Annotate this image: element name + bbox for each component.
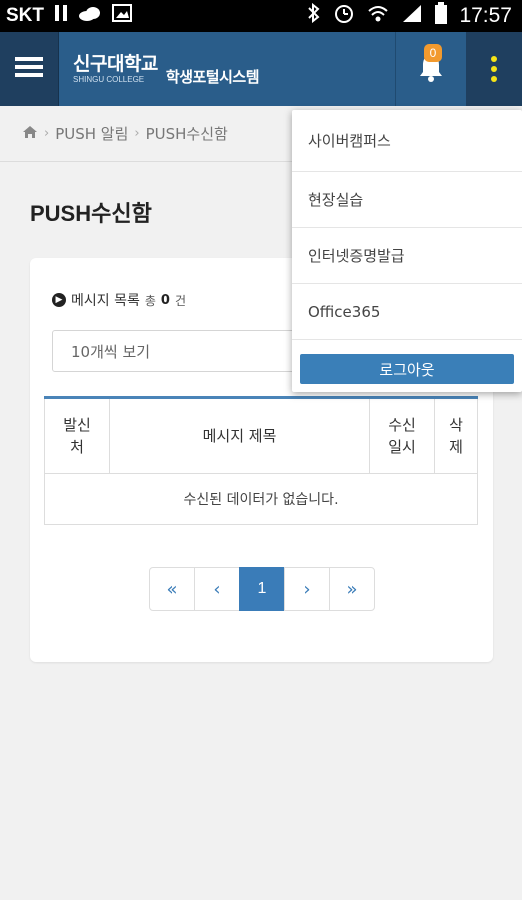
notification-badge: 0 xyxy=(424,44,442,62)
signal-icon xyxy=(401,3,423,29)
column-header-delete: 삭제 xyxy=(434,397,478,474)
logout-button[interactable]: 로그아웃 xyxy=(300,354,514,384)
app-header: 신구대학교 SHINGU COLLEGE 학생포털시스템 0 xyxy=(0,32,522,106)
wifi-icon xyxy=(367,3,389,29)
menu-item-office365[interactable]: Office365 xyxy=(292,284,522,340)
home-icon[interactable] xyxy=(22,125,38,143)
breadcrumb-item-push-inbox[interactable]: PUSH수신함 xyxy=(146,123,228,144)
overflow-menu: 사이버캠퍼스 현장실습 인터넷증명발급 Office365 로그아웃 xyxy=(292,110,522,392)
count-suffix: 건 xyxy=(174,293,186,308)
clock-time: 17:57 xyxy=(459,4,512,27)
alarm-icon xyxy=(333,2,355,30)
bluetooth-icon xyxy=(307,2,321,29)
next-page-button[interactable]: › xyxy=(284,567,330,611)
list-heading-label: 메시지 목록 xyxy=(71,293,140,309)
per-page-value: 10개씩 보기 xyxy=(71,342,151,361)
page-title: PUSH수신함 xyxy=(30,201,152,226)
prev-page-button[interactable]: ‹ xyxy=(194,567,240,611)
menu-button[interactable] xyxy=(0,32,59,106)
logo-korean: 신구대학교 xyxy=(73,52,158,75)
column-header-received: 수신 일시 xyxy=(369,397,435,474)
page-button-current[interactable]: 1 xyxy=(239,567,285,611)
image-icon xyxy=(112,4,132,28)
notification-button[interactable]: 0 xyxy=(395,32,466,106)
hamburger-icon xyxy=(15,55,43,83)
column-header-sender: 발신 처 xyxy=(44,397,110,474)
arrow-right-circle-icon: ▶ xyxy=(52,293,66,307)
pagination: « ‹ 1 › » xyxy=(149,567,375,611)
status-bar: SKT 17:57 xyxy=(0,0,522,32)
logo[interactable]: 신구대학교 SHINGU COLLEGE 학생포털시스템 xyxy=(59,32,395,106)
breadcrumb-separator: › xyxy=(44,126,50,141)
carrier-label: SKT xyxy=(6,5,44,26)
menu-item-cyber-campus[interactable]: 사이버캠퍼스 xyxy=(292,110,522,172)
table-header-row: 발신 처 메시지 제목 수신 일시 삭제 xyxy=(44,397,478,474)
pause-icon xyxy=(54,4,68,28)
column-header-title: 메시지 제목 xyxy=(109,397,370,474)
logo-english: SHINGU COLLEGE xyxy=(73,74,145,84)
menu-item-certificate[interactable]: 인터넷증명발급 xyxy=(292,228,522,284)
empty-message: 수신된 데이터가 없습니다. xyxy=(44,473,478,525)
table-row: 수신된 데이터가 없습니다. xyxy=(44,473,478,525)
more-menu-button[interactable] xyxy=(466,32,522,106)
kebab-icon xyxy=(491,56,497,62)
list-heading: ▶ 메시지 목록 총0건 xyxy=(52,290,186,310)
breadcrumb-separator: › xyxy=(134,126,140,141)
last-page-button[interactable]: » xyxy=(329,567,375,611)
count-prefix: 총 xyxy=(144,293,156,308)
menu-item-field-practice[interactable]: 현장실습 xyxy=(292,172,522,228)
battery-icon xyxy=(435,2,448,30)
message-table: 발신 처 메시지 제목 수신 일시 삭제 수신된 데이터가 없습니다. xyxy=(44,396,478,525)
logo-subtitle: 학생포털시스템 xyxy=(165,67,260,86)
breadcrumb-item-push-alerts[interactable]: PUSH 알림 xyxy=(55,123,128,144)
cloud-icon xyxy=(78,5,102,28)
first-page-button[interactable]: « xyxy=(149,567,195,611)
message-count: 0 xyxy=(160,292,170,308)
